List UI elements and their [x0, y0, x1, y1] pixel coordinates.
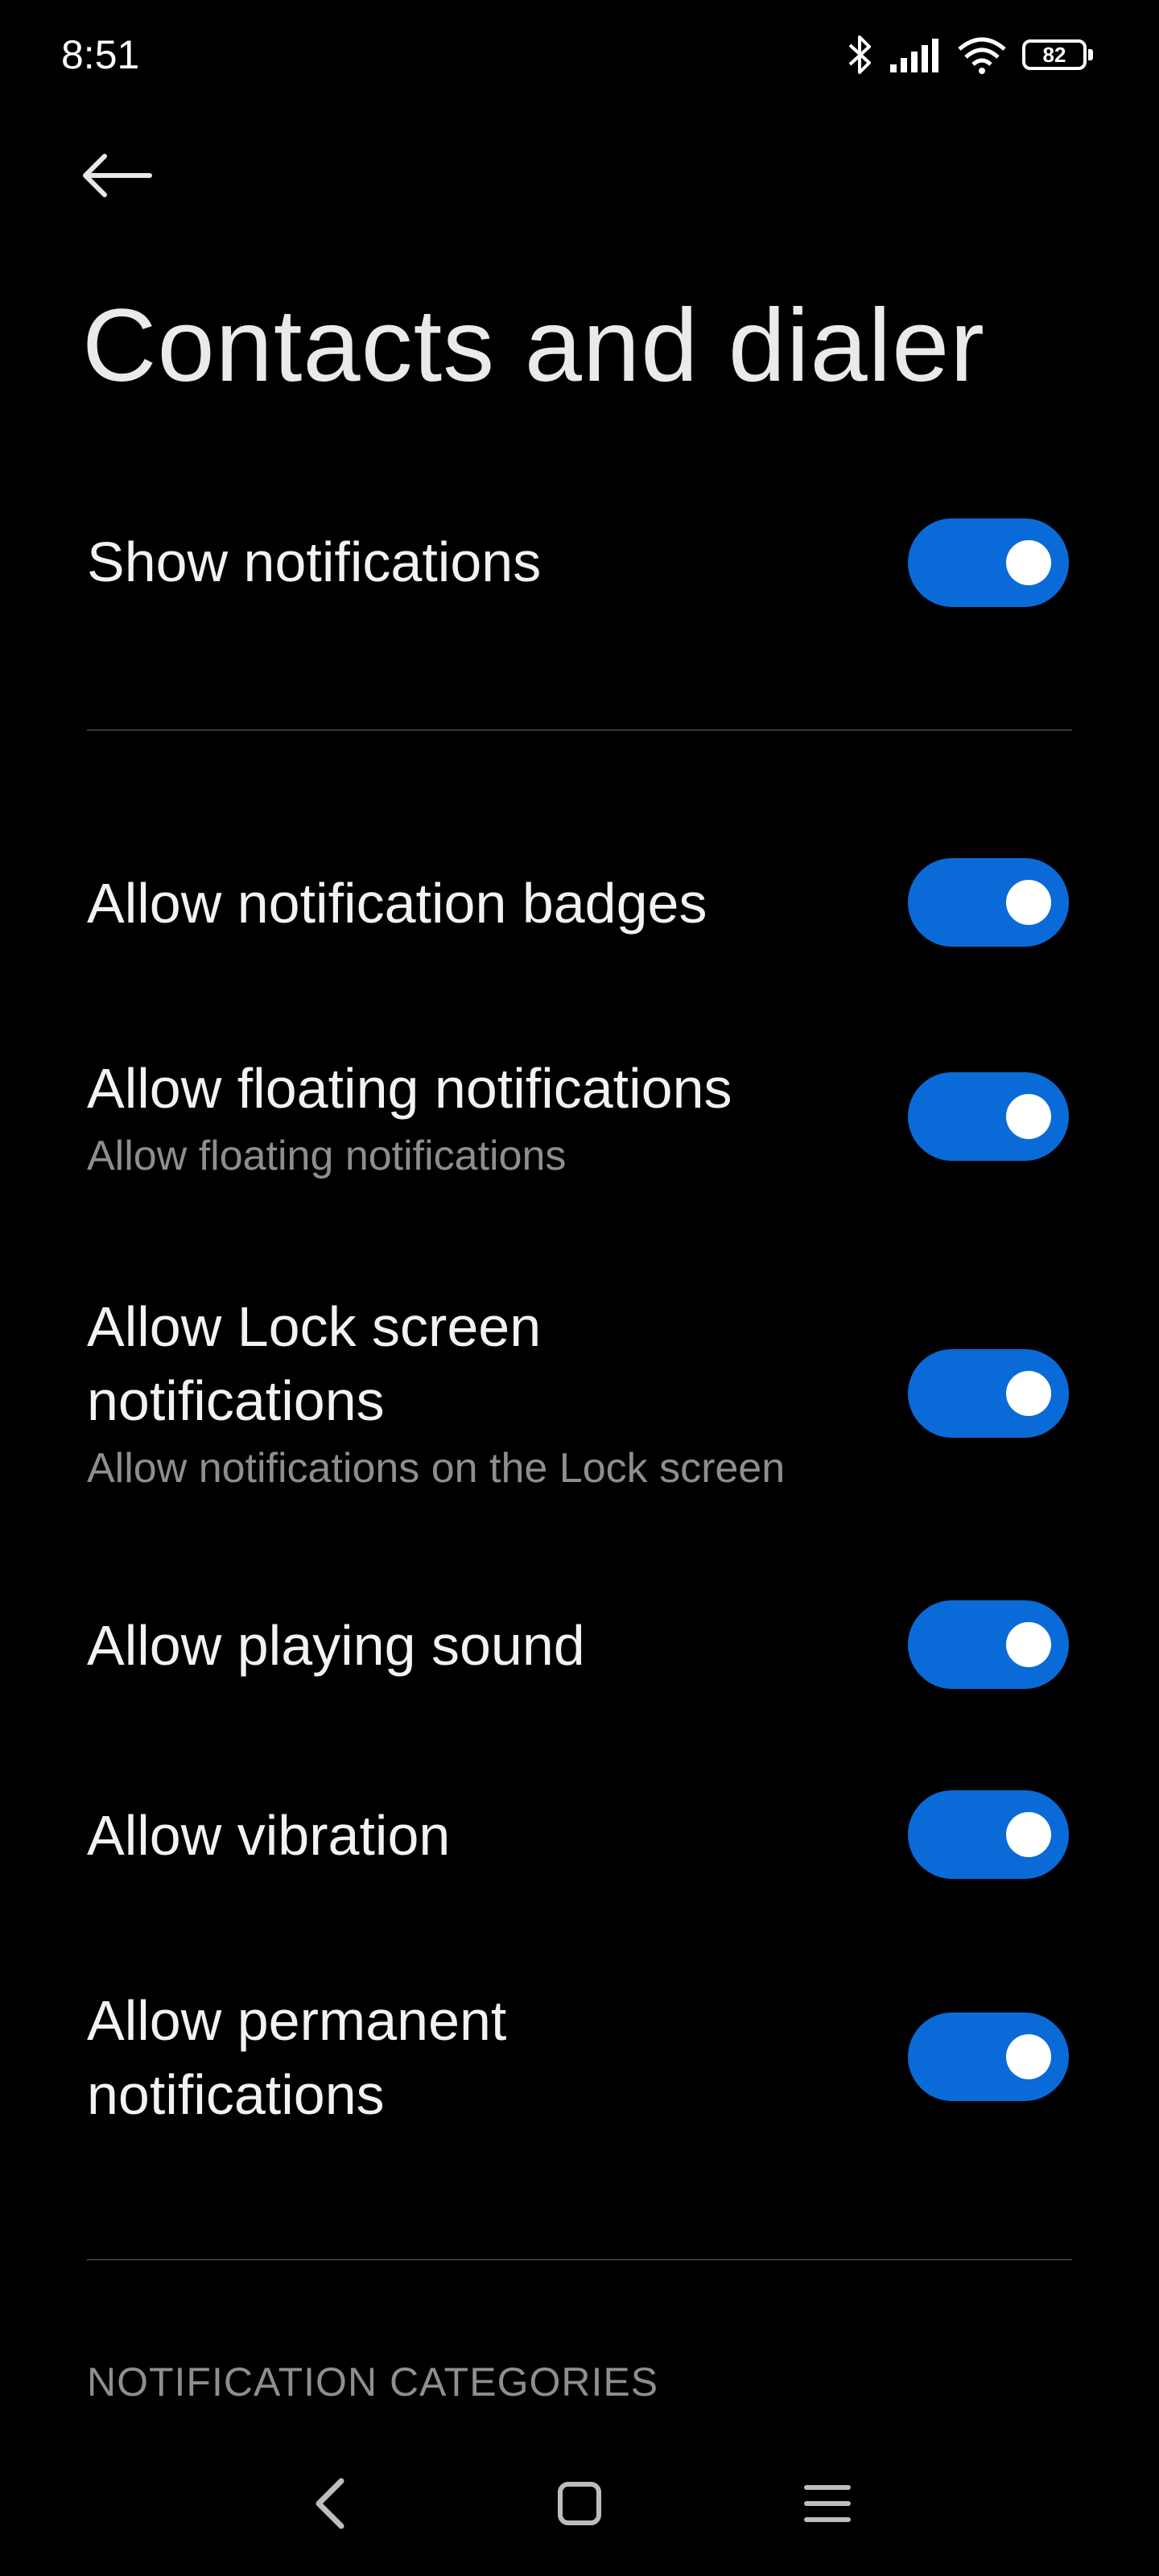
nav-recents-button[interactable]	[779, 2463, 876, 2544]
toggle-knob	[1006, 540, 1051, 585]
divider	[87, 2259, 1072, 2260]
signal-icon	[890, 39, 938, 72]
divider	[87, 729, 1072, 731]
playing-sound-toggle[interactable]	[908, 1600, 1069, 1689]
lockscreen-notifications-toggle[interactable]	[908, 1349, 1069, 1438]
notification-badges-toggle[interactable]	[908, 858, 1069, 947]
page-title: Contacts and dialer	[82, 288, 985, 403]
wifi-icon	[958, 37, 1006, 74]
status-icons: 82	[847, 29, 1093, 80]
toggle-knob	[1006, 2034, 1051, 2079]
toggle-knob	[1006, 1812, 1051, 1857]
nav-home-button[interactable]	[531, 2463, 628, 2544]
setting-label: Allow Lock screen	[87, 1295, 542, 1358]
nav-recents-icon	[804, 2485, 851, 2522]
back-arrow-icon	[83, 154, 152, 197]
battery-level: 82	[1042, 42, 1066, 67]
nav-back-button[interactable]	[282, 2463, 378, 2544]
bluetooth-icon	[848, 35, 871, 74]
battery-icon: 82	[1022, 39, 1093, 70]
setting-subtitle: Allow notifications on the Lock screen	[87, 1445, 786, 1492]
status-time: 8:51	[61, 32, 140, 77]
back-button[interactable]	[80, 143, 169, 208]
toggle-knob	[1006, 1371, 1051, 1416]
vibration-toggle[interactable]	[908, 1790, 1069, 1879]
section-header: NOTIFICATION CATEGORIES	[87, 2359, 659, 2405]
show-notifications-toggle[interactable]	[908, 518, 1069, 607]
permanent-notifications-toggle[interactable]	[908, 2013, 1069, 2101]
nav-back-icon	[316, 2478, 344, 2529]
toggle-knob	[1006, 1622, 1051, 1667]
nav-home-icon	[558, 2482, 601, 2525]
toggle-knob	[1006, 1094, 1051, 1139]
floating-notifications-toggle[interactable]	[908, 1072, 1069, 1161]
toggle-knob	[1006, 880, 1051, 925]
